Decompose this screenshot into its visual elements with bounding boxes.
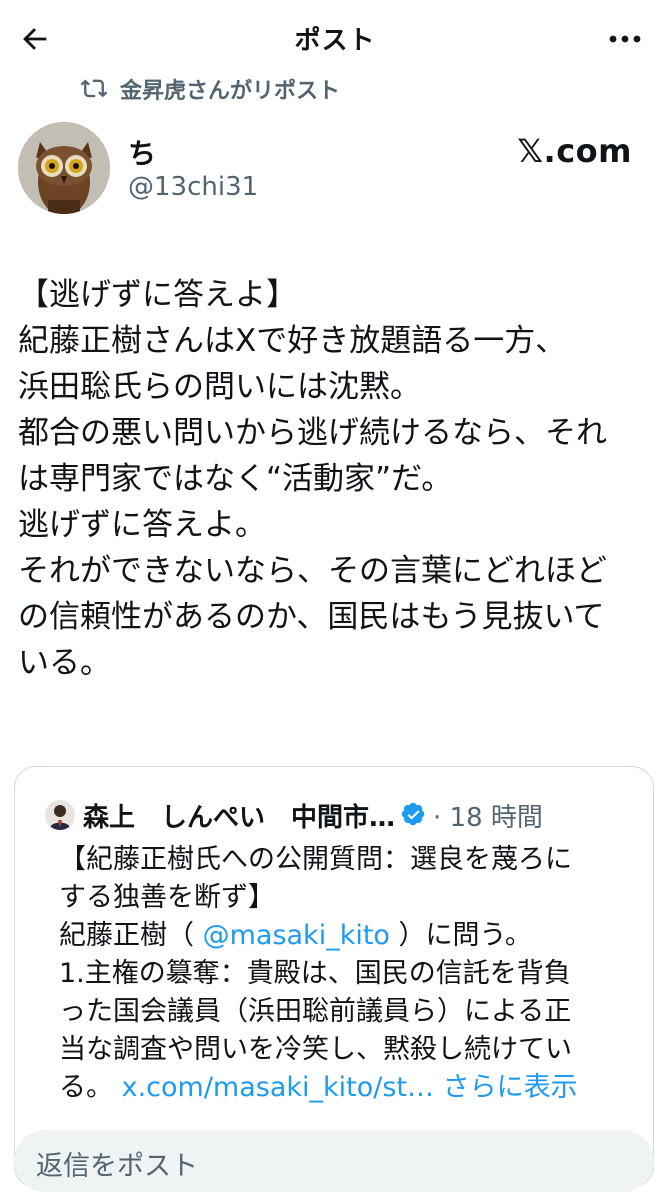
post-line: 逃げずに答えよ。 — [18, 507, 266, 543]
x-com-logo: 𝕏.com — [517, 132, 632, 170]
quoted-author-avatar — [45, 800, 75, 830]
more-options-icon[interactable] — [608, 34, 642, 44]
mention-link[interactable]: @masaki_kito — [203, 920, 390, 951]
url-link[interactable]: x.com/masaki_kito/st… — [122, 1072, 434, 1103]
post-line: それができないなら、その言葉にどれほど — [18, 553, 607, 589]
quoted-post-text: 【紀藤正樹氏への公開質問：選良を蔑ろに する独善を断ず】 紀藤正樹（ @masa… — [59, 841, 649, 1107]
quoted-line-prefix: る。 — [59, 1072, 113, 1103]
post-line: の信頼性があるのか、国民はもう見抜いて — [18, 599, 605, 635]
verified-badge-icon — [401, 802, 425, 826]
author-name[interactable]: ち — [128, 132, 156, 172]
quoted-line-suffix: ）に問う。 — [398, 920, 532, 951]
post-text: 【逃げずに答えよ】 紀藤正樹さんはXで好き放題語る一方、 浜田聡氏らの問いには沈… — [18, 272, 658, 686]
author-avatar[interactable] — [18, 122, 110, 214]
quoted-line: 当な調査や問いを冷笑し、黙殺し続けてい — [59, 1034, 572, 1065]
quoted-line: 1.主権の簒奪：貴殿は、国民の信託を背負 — [59, 958, 571, 989]
post-line: いる。 — [18, 645, 111, 681]
repost-text: 金昇虎さんがリポスト — [120, 79, 341, 104]
post-line: 浜田聡氏らの問いには沈黙。 — [18, 369, 421, 405]
post-line: 都合の悪い問いから逃げ続けるなら、それ — [18, 415, 607, 451]
quoted-post-time: · 18 時間 — [433, 802, 543, 833]
quoted-line: 【紀藤正樹氏への公開質問：選良を蔑ろに — [59, 844, 572, 875]
quoted-line: 紀藤正樹（ @masaki_kito ）に問う。 — [59, 917, 649, 955]
post-line: 【逃げずに答えよ】 — [18, 277, 297, 313]
repost-icon — [80, 79, 108, 98]
quoted-post-card[interactable]: 森上 しんぺい 中間市… · 18 時間 【紀藤正樹氏への公開質問：選良を蔑ろに… — [14, 766, 654, 1188]
quoted-author-name: 森上 しんぺい 中間市… — [83, 802, 396, 833]
show-more-link[interactable]: さらに表示 — [443, 1072, 578, 1103]
quoted-post-header: 森上 しんぺい 中間市… · 18 時間 — [45, 795, 543, 835]
page-title: ポスト — [294, 26, 376, 56]
reply-input[interactable]: 返信をポスト — [14, 1130, 654, 1192]
quoted-line: る。 x.com/masaki_kito/st… さらに表示 — [59, 1069, 649, 1107]
quoted-line: する独善を断ず】 — [59, 882, 275, 913]
reply-placeholder: 返信をポスト — [36, 1151, 198, 1182]
owl-figure-image — [18, 122, 110, 214]
quoted-line-prefix: 紀藤正樹（ — [59, 920, 194, 951]
author-handle[interactable]: @13chi31 — [128, 172, 258, 202]
post-line: 紀藤正樹さんはXで好き放題語る一方、 — [18, 323, 567, 359]
post-line: は専門家ではなく“活動家”だ。 — [18, 461, 453, 497]
repost-indicator[interactable]: 金昇虎さんがリポスト — [80, 72, 340, 106]
quoted-line: った国会議員（浜田聡前議員ら）による正 — [59, 996, 572, 1027]
